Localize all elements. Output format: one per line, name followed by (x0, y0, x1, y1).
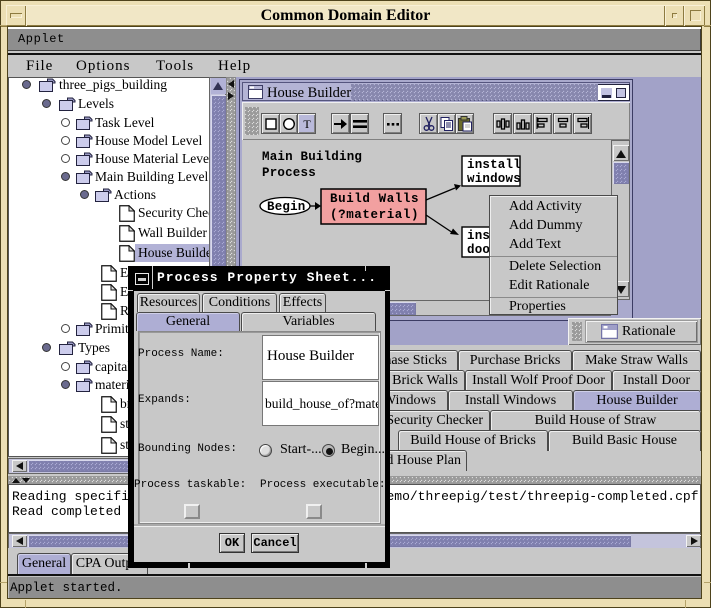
svg-text:T: T (303, 117, 311, 131)
